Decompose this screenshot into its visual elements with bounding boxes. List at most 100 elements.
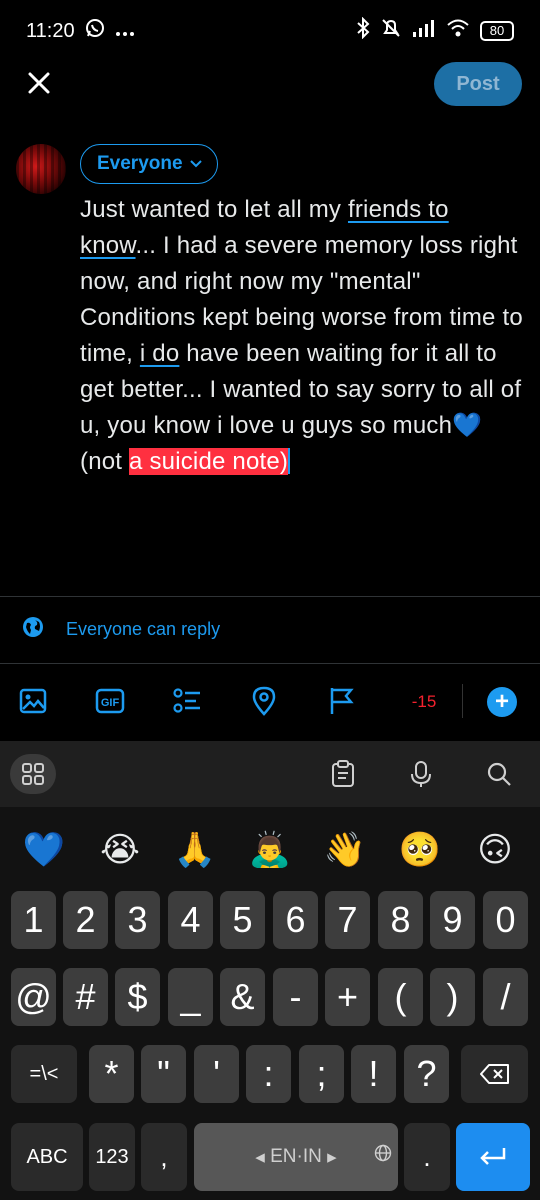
key-semicolon[interactable]: ; (299, 1045, 344, 1103)
poll-button[interactable] (170, 684, 204, 718)
space-lang-prefix: ◂ (255, 1146, 271, 1168)
whatsapp-icon (85, 18, 105, 44)
flag-icon (330, 688, 354, 714)
location-pin-icon (252, 686, 276, 716)
chevron-down-icon (189, 153, 203, 175)
key-dollar[interactable]: $ (115, 968, 160, 1026)
key-0[interactable]: 0 (483, 891, 528, 949)
clipboard-button[interactable] (328, 759, 358, 789)
key-plus[interactable]: + (325, 968, 370, 1026)
emoji-key[interactable]: 💙 (19, 825, 69, 875)
key-9[interactable]: 9 (430, 891, 475, 949)
image-icon (19, 688, 47, 714)
poll-list-icon (173, 688, 200, 713)
emoji-key[interactable]: 🙏 (170, 825, 220, 875)
add-post-button[interactable]: + (487, 687, 517, 717)
emoji-suggestion-row: 💙 😭 🙏 🙇‍♂️ 👋 🥺 🙃 (0, 825, 540, 875)
compose-toolbar: GIF -15 + (0, 678, 540, 728)
text-cursor (288, 448, 291, 474)
status-bar: 11:20 80 (0, 0, 540, 62)
key-slash[interactable]: / (483, 968, 528, 1026)
key-at[interactable]: @ (11, 968, 56, 1026)
location-button[interactable] (247, 684, 281, 718)
post-button[interactable]: Post (434, 62, 522, 106)
gif-button[interactable]: GIF (93, 684, 127, 718)
key-exclamation[interactable]: ! (351, 1045, 396, 1103)
search-icon (487, 762, 511, 786)
bluetooth-icon (356, 16, 370, 45)
emoji-key[interactable]: 😭 (95, 825, 145, 875)
battery-indicator: 80 (480, 21, 514, 41)
emoji-key[interactable]: 👋 (320, 825, 370, 875)
signal-icon (412, 18, 436, 44)
spacebar[interactable]: ◂ EN·IN ▸ (194, 1123, 398, 1191)
compose-text-part: Just wanted to let all my (80, 196, 348, 223)
key-close-paren[interactable]: ) (430, 968, 475, 1026)
reply-setting[interactable]: Everyone can reply (22, 616, 220, 643)
image-button[interactable] (16, 684, 50, 718)
key-5[interactable]: 5 (220, 891, 265, 949)
emoji-key[interactable]: 🙃 (470, 825, 520, 875)
key-minus[interactable]: - (273, 968, 318, 1026)
keyboard: 💙 😭 🙏 🙇‍♂️ 👋 🥺 🙃 1 2 3 4 5 6 7 8 9 0 @ #… (0, 807, 540, 1200)
key-ampersand[interactable]: & (220, 968, 265, 1026)
key-comma[interactable]: , (141, 1123, 187, 1191)
key-colon[interactable]: : (246, 1045, 291, 1103)
key-period[interactable]: . (404, 1123, 450, 1191)
status-time: 11:20 (26, 19, 75, 42)
key-4[interactable]: 4 (168, 891, 213, 949)
key-question[interactable]: ? (404, 1045, 449, 1103)
key-abc[interactable]: ABC (11, 1123, 83, 1191)
more-notifications-icon (115, 20, 135, 43)
key-6[interactable]: 6 (273, 891, 318, 949)
globe-icon (22, 616, 44, 643)
flag-button[interactable] (324, 684, 358, 718)
muted-bell-icon (380, 17, 402, 45)
selected-text: a suicide note) (129, 448, 289, 475)
key-7[interactable]: 7 (325, 891, 370, 949)
key-more-symbols[interactable]: =\< (11, 1045, 77, 1103)
divider (0, 663, 540, 664)
microphone-icon (411, 761, 431, 787)
compose-text-underlined: i do (139, 340, 180, 367)
grid-icon (22, 763, 44, 785)
key-3[interactable]: 3 (115, 891, 160, 949)
key-2[interactable]: 2 (63, 891, 108, 949)
enter-icon (480, 1148, 506, 1165)
keyboard-search-button[interactable] (484, 759, 514, 789)
voice-input-button[interactable] (406, 759, 436, 789)
key-open-paren[interactable]: ( (378, 968, 423, 1026)
key-123[interactable]: 123 (89, 1123, 135, 1191)
key-underscore[interactable]: _ (168, 968, 213, 1026)
key-single-quote[interactable]: ' (194, 1045, 239, 1103)
keyboard-menu-button[interactable] (10, 754, 56, 794)
backspace-key[interactable] (461, 1045, 528, 1103)
clipboard-icon (332, 760, 354, 787)
space-lang-suffix: ▸ (321, 1146, 337, 1168)
language-globe-icon (374, 1129, 392, 1171)
emoji-key[interactable]: 🥺 (395, 825, 445, 875)
key-double-quote[interactable]: " (141, 1045, 186, 1103)
close-button[interactable] (22, 66, 56, 100)
backspace-icon (479, 1064, 509, 1084)
keyboard-toolbar (0, 741, 540, 807)
emoji-key[interactable]: 🙇‍♂️ (245, 825, 295, 875)
gif-icon: GIF (95, 688, 125, 714)
enter-key[interactable] (456, 1123, 530, 1191)
audience-label: Everyone (97, 153, 183, 174)
avatar (16, 144, 66, 194)
compose-header: Post (0, 62, 540, 110)
audience-selector[interactable]: Everyone (80, 144, 218, 184)
key-asterisk[interactable]: * (89, 1045, 134, 1103)
key-hash[interactable]: # (63, 968, 108, 1026)
reply-setting-label: Everyone can reply (66, 619, 221, 639)
key-1[interactable]: 1 (11, 891, 56, 949)
gif-label: GIF (101, 697, 120, 709)
compose-text-field[interactable]: Just wanted to let all my friends to kno… (80, 192, 530, 480)
close-icon (28, 72, 50, 94)
key-8[interactable]: 8 (378, 891, 423, 949)
character-counter: -15 (411, 692, 437, 711)
wifi-icon (446, 18, 470, 44)
spacebar-language-label: EN·IN (270, 1146, 322, 1167)
toolbar-separator (462, 684, 463, 718)
